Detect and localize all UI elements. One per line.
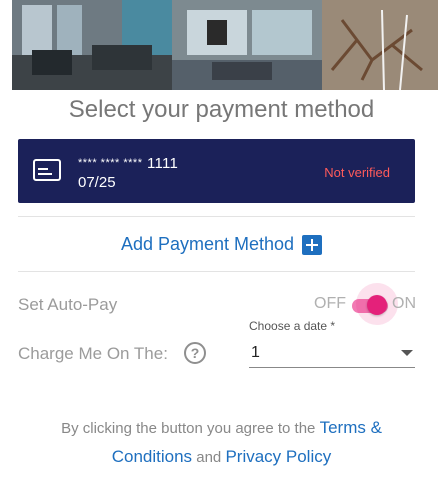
toggle-on-label: ON xyxy=(392,295,416,312)
add-payment-method-link[interactable]: Add Payment Method xyxy=(120,234,323,255)
divider xyxy=(18,271,415,272)
autopay-toggle[interactable]: OFF ON xyxy=(314,283,416,325)
choose-date-label: Choose a date * xyxy=(249,319,336,333)
status-badge: Not verified xyxy=(324,165,390,180)
legal-conjunction: and xyxy=(196,449,222,466)
charge-date-select[interactable]: 1 xyxy=(249,340,415,368)
legal-notice: By clicking the button you agree to the … xyxy=(20,414,423,472)
payment-card[interactable]: **** **** **** 1111 07/25 Not verified xyxy=(18,139,415,203)
card-number: **** **** **** 1111 xyxy=(78,155,178,172)
add-payment-row: Add Payment Method xyxy=(0,234,443,255)
privacy-policy-link[interactable]: Privacy Policy xyxy=(225,447,331,466)
credit-card-icon xyxy=(33,159,61,181)
card-number-mask: **** **** **** xyxy=(78,157,143,169)
autopay-label: Set Auto-Pay xyxy=(18,295,118,314)
charge-day-label: Charge Me On The: xyxy=(18,344,168,363)
hero-image xyxy=(12,0,438,90)
selected-date-value: 1 xyxy=(251,344,260,361)
page-title: Select your payment method xyxy=(68,96,375,123)
divider xyxy=(18,216,415,217)
question-circle-icon[interactable]: ? xyxy=(184,342,206,364)
card-expiry: 07/25 xyxy=(78,174,116,191)
card-last4: 1111 xyxy=(146,155,179,172)
add-payment-method-label: Add Payment Method xyxy=(120,234,295,254)
caret-down-icon xyxy=(401,350,413,356)
toggle-off-label: OFF xyxy=(314,295,346,312)
toggle-thumb[interactable] xyxy=(367,295,387,315)
plus-icon[interactable] xyxy=(302,234,323,255)
legal-prefix: By clicking the button you agree to the xyxy=(61,420,316,437)
